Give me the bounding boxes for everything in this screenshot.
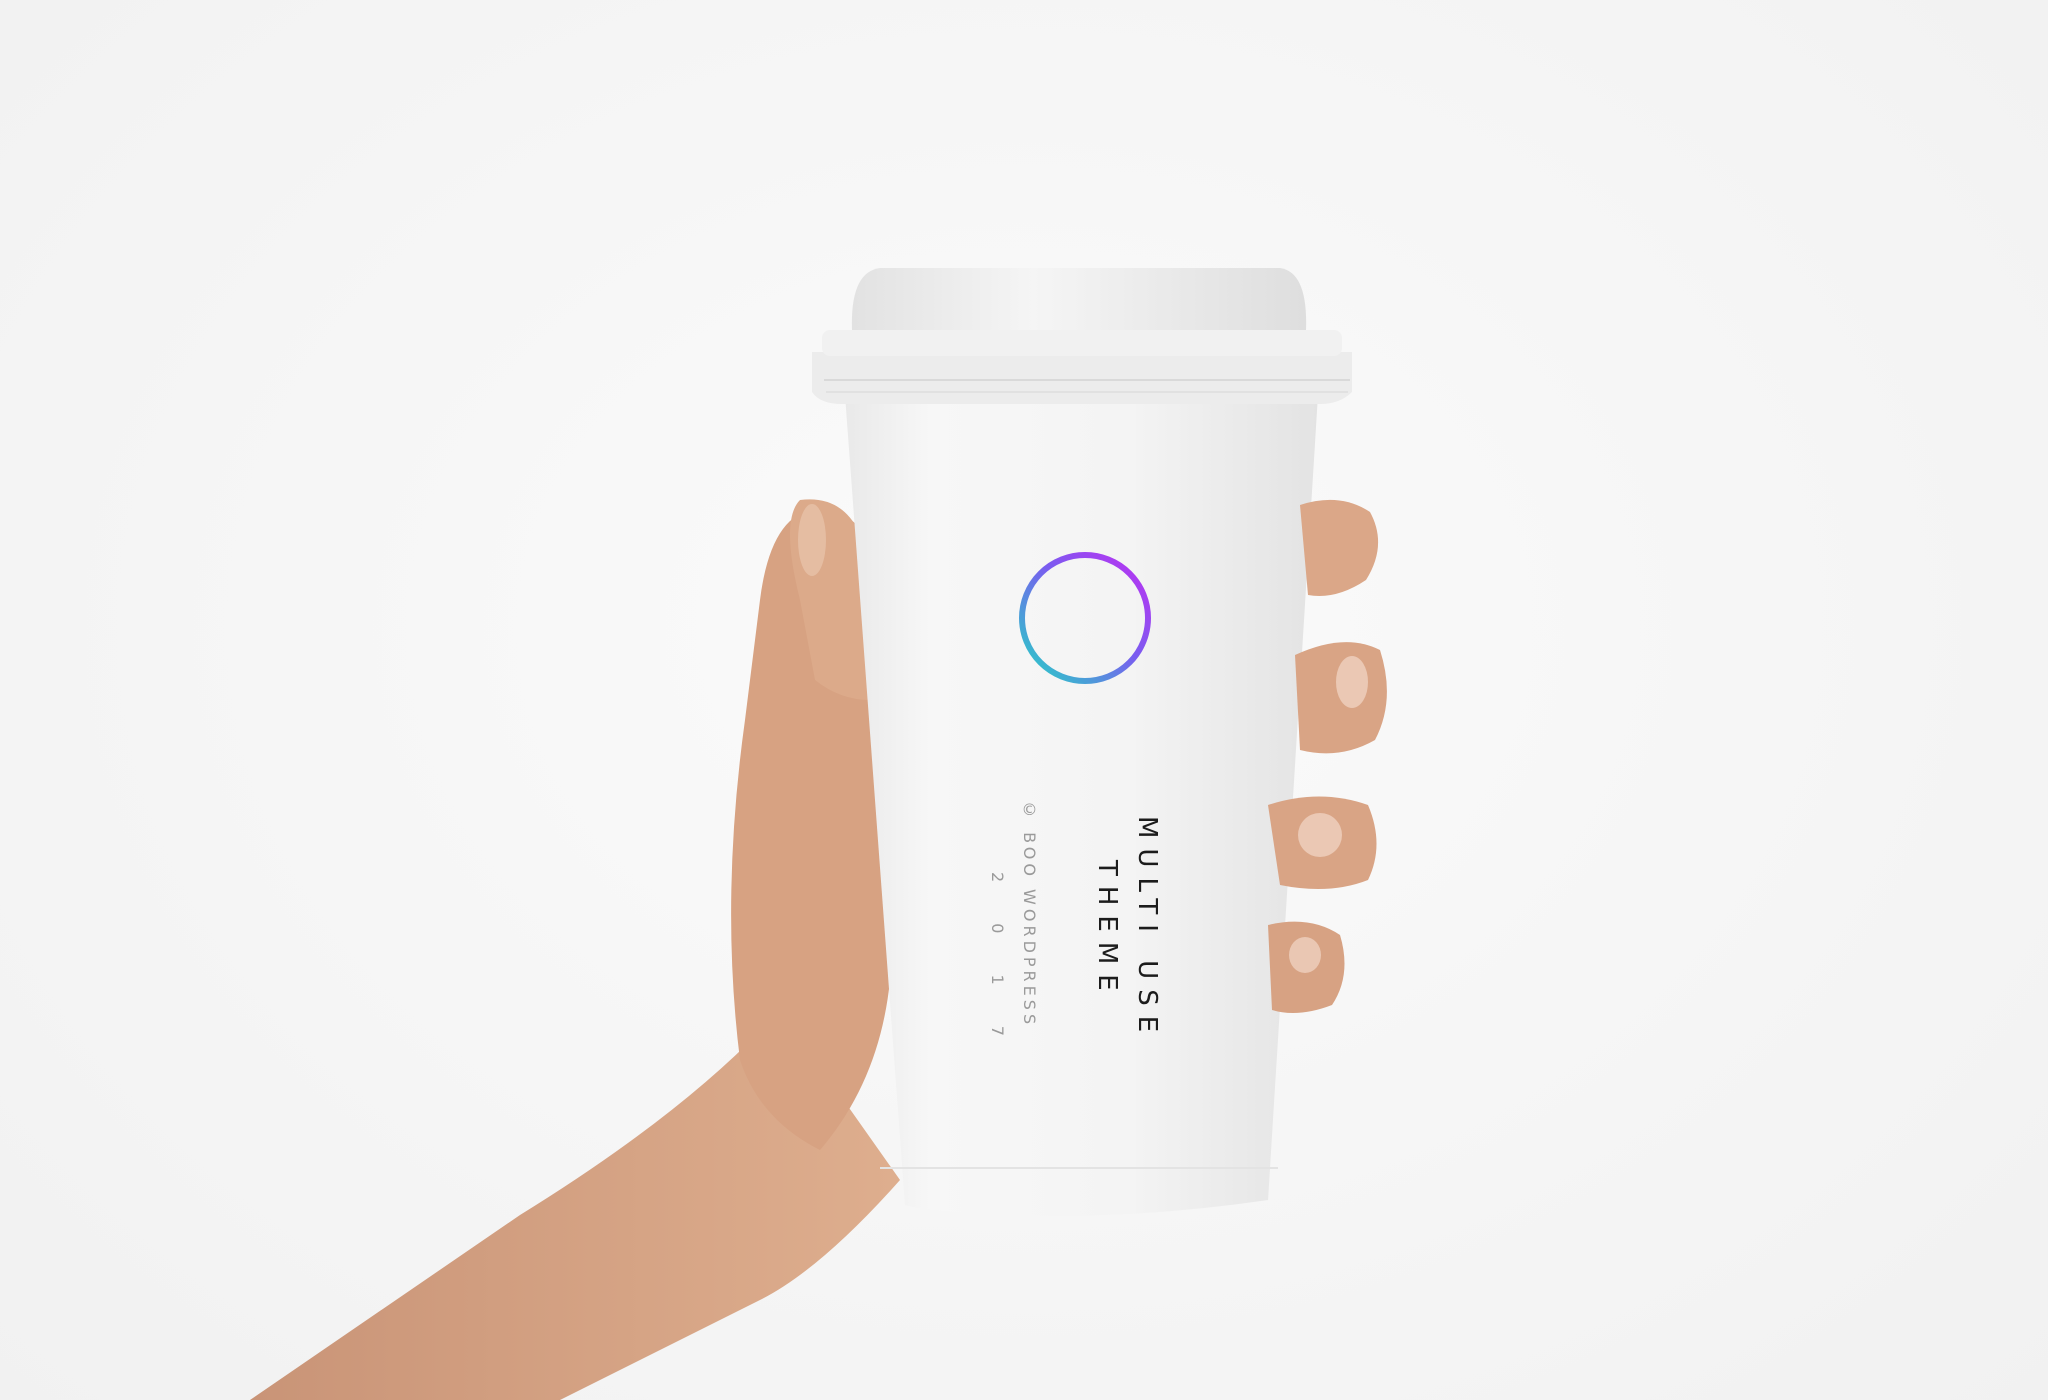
lid-rim <box>812 352 1352 404</box>
cup-in-hand-illustration <box>250 268 1387 1400</box>
lid-top <box>851 268 1307 330</box>
cup-title-line-2: THEME <box>1092 860 1122 1001</box>
cup-credit: © BOO WORDPRESS <box>1020 800 1039 1029</box>
photo-scene: MULTI USE THEME © BOO WORDPRESS 2 0 1 7 <box>0 0 2048 1400</box>
cup-body <box>845 395 1318 1216</box>
finger-1 <box>1300 499 1379 596</box>
cup-title-line-1: MULTI USE <box>1132 816 1162 1043</box>
cup-year: 2 0 1 7 <box>988 872 1007 1054</box>
